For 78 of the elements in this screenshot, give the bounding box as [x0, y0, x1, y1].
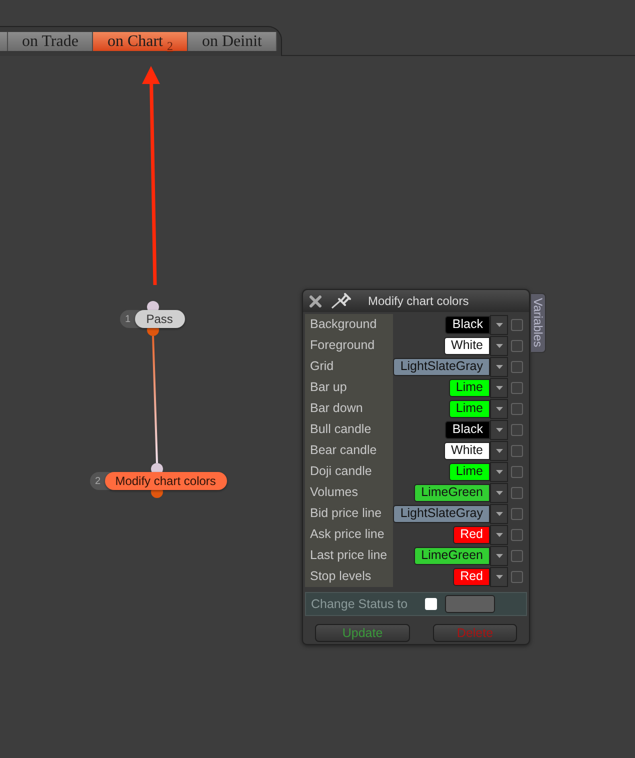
dropdown-button[interactable]: [490, 378, 508, 398]
color-value[interactable]: LimeGreen: [414, 484, 490, 502]
color-value[interactable]: Lime: [448, 378, 490, 396]
caret-icon: [496, 490, 502, 494]
color-value[interactable]: Black: [445, 420, 490, 438]
status-label: Change Status to: [311, 596, 409, 613]
close-icon[interactable]: [309, 294, 322, 308]
caret-icon: [496, 428, 502, 432]
color-value[interactable]: Black: [445, 316, 490, 334]
dropdown-button[interactable]: [490, 482, 508, 502]
checkbox[interactable]: [511, 486, 523, 498]
color-value[interactable]: White: [444, 336, 490, 354]
status-checkbox[interactable]: [425, 598, 437, 610]
dropdown-button[interactable]: [490, 420, 508, 440]
dropdown-button[interactable]: [490, 440, 508, 460]
dropdown-button[interactable]: [490, 462, 508, 482]
tab[interactable]: on Trade: [8, 32, 94, 51]
color-value[interactable]: LightSlateGray: [393, 358, 490, 376]
dropdown-button[interactable]: [490, 504, 508, 524]
color-value[interactable]: Red: [453, 526, 490, 544]
checkbox[interactable]: [511, 402, 523, 414]
flow-node[interactable]: Modify chart colors: [104, 472, 227, 490]
caret-icon: [496, 386, 502, 390]
property-label: Grid: [310, 358, 334, 376]
caret-icon: [496, 344, 502, 348]
checkbox[interactable]: [511, 528, 523, 540]
caret-icon: [496, 470, 502, 474]
checkbox[interactable]: [511, 424, 523, 436]
caret-icon: [496, 364, 502, 368]
property-label: Ask price line: [310, 526, 384, 544]
checkbox[interactable]: [511, 444, 523, 456]
variables-tab[interactable]: Variables: [530, 293, 546, 353]
property-label: Bar down: [310, 400, 363, 418]
checkbox[interactable]: [511, 360, 523, 372]
caret-icon: [496, 322, 502, 326]
property-label: Last price line: [310, 547, 388, 564]
dropdown-button[interactable]: [490, 398, 508, 418]
status-field[interactable]: [445, 595, 495, 613]
caret-icon: [496, 554, 502, 558]
checkbox[interactable]: [511, 550, 523, 562]
checkbox[interactable]: [511, 466, 523, 478]
color-value[interactable]: LightSlateGray: [393, 504, 490, 522]
dropdown-button[interactable]: [490, 314, 508, 334]
property-label: Background: [310, 316, 377, 334]
caret-icon: [496, 406, 502, 410]
property-label: Doji candle: [310, 463, 372, 480]
property-label: Bull candle: [310, 421, 372, 438]
tab[interactable]: on Deinit: [188, 32, 277, 51]
checkbox[interactable]: [511, 382, 523, 394]
property-label: Bar up: [310, 379, 347, 396]
flow-node[interactable]: Pass: [134, 310, 185, 328]
property-label: Foreground: [310, 337, 375, 354]
color-value[interactable]: Lime: [448, 462, 490, 480]
caret-icon: [496, 574, 502, 578]
color-value[interactable]: LimeGreen: [414, 546, 490, 564]
tab[interactable]: [0, 32, 8, 51]
dropdown-button[interactable]: [490, 566, 508, 586]
dialog-title: Modify chart colors: [368, 293, 469, 310]
property-label: Volumes: [310, 484, 358, 502]
pin-icon[interactable]: [331, 293, 351, 309]
caret-icon: [496, 512, 502, 516]
dropdown-button[interactable]: [490, 524, 508, 544]
checkbox[interactable]: [511, 318, 523, 330]
dropdown-button[interactable]: [490, 356, 508, 376]
checkbox[interactable]: [511, 340, 523, 352]
property-label: Bid price line: [310, 505, 382, 522]
caret-icon: [496, 448, 502, 452]
color-value[interactable]: White: [444, 442, 490, 460]
dropdown-button[interactable]: [490, 546, 508, 566]
color-value[interactable]: Red: [453, 568, 490, 586]
dropdown-button[interactable]: [490, 336, 508, 356]
checkbox[interactable]: [511, 508, 523, 520]
property-label: Stop levels: [310, 568, 372, 586]
caret-icon: [496, 532, 502, 536]
tab[interactable]: on Chart 2: [93, 32, 188, 51]
checkbox[interactable]: [511, 570, 523, 582]
property-label: Bear candle: [310, 442, 377, 460]
color-value[interactable]: Lime: [448, 400, 490, 418]
